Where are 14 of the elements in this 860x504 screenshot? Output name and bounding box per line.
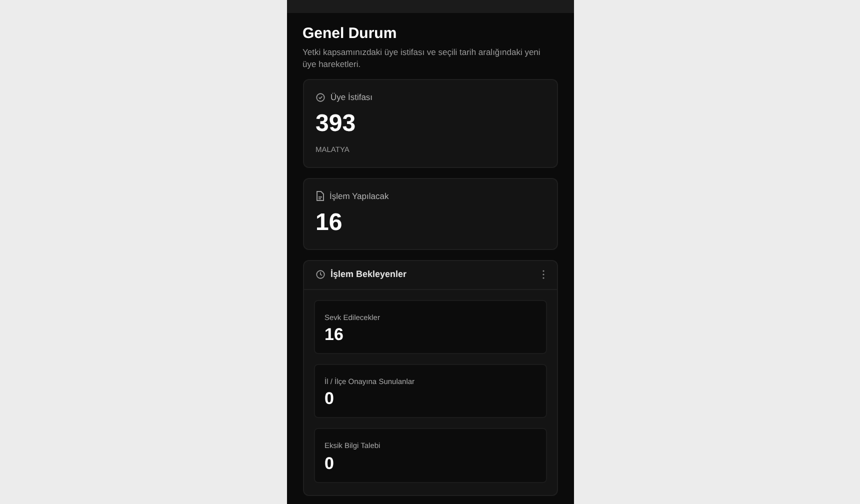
more-icon[interactable] xyxy=(542,270,544,280)
check-circle-icon xyxy=(316,92,324,102)
pending-value: 0 xyxy=(324,388,335,410)
clock-icon xyxy=(316,270,324,280)
page-title: Genel Durum xyxy=(302,25,398,43)
stat-value: 16 xyxy=(316,208,344,237)
document-icon xyxy=(316,191,324,202)
pending-value: 0 xyxy=(324,452,335,474)
pending-title: İşlem Bekleyenler xyxy=(330,268,408,281)
page-subtitle: Yetki kapsamınızdaki üye istifası ve seçili tarih aralığındaki yeni üye hareketleri. xyxy=(302,46,542,70)
pending-value: 16 xyxy=(324,324,344,346)
stat-label: İşlem Yapılacak xyxy=(330,190,389,203)
stat-value: 393 xyxy=(316,110,357,138)
stat-label: Üye İstifası xyxy=(330,91,373,104)
